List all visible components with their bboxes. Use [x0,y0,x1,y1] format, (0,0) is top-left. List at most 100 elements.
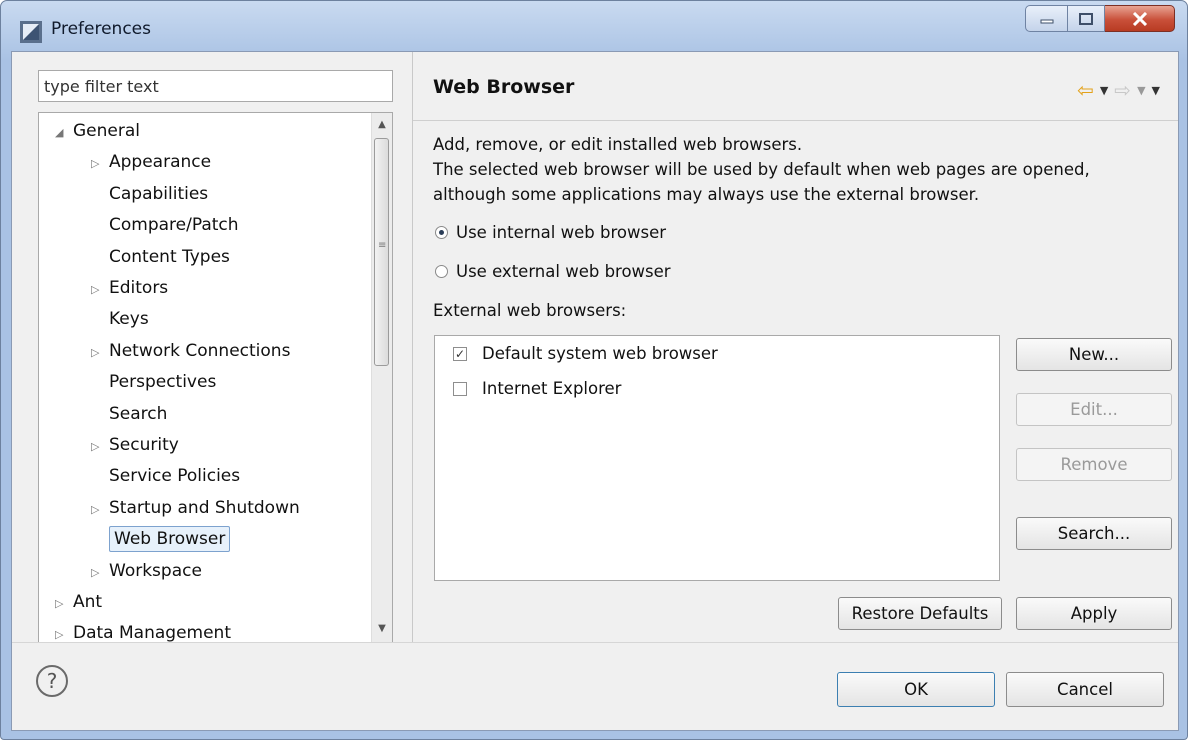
window-controls [1025,5,1175,35]
radio-selected-icon [435,226,448,239]
collapsed-arrow-icon[interactable]: ▷ [91,339,109,367]
checkbox-unchecked-icon[interactable] [453,381,467,396]
page-description: Add, remove, or edit installed web brows… [433,132,1173,207]
tree-item-label: Web Browser [109,526,231,553]
maximize-button[interactable] [1068,5,1105,32]
tree-item[interactable]: ▷ Startup and Shutdown [91,494,300,522]
ok-button[interactable]: OK [837,672,995,707]
tree-scrollbar[interactable]: ▲ ≡ ▼ [371,113,392,642]
radio-label: Use internal web browser [456,223,667,242]
collapsed-arrow-icon[interactable]: ▷ [91,496,109,524]
browser-label: Default system web browser [482,344,718,363]
minimize-icon [1040,19,1053,23]
tree-item-label: Compare/Patch [109,215,239,236]
close-icon [1132,11,1147,26]
tree-item[interactable]: ▷ Workspace [91,557,202,585]
footer-separator [12,642,1178,643]
description-line: The selected web browser will be used by… [433,160,1090,179]
grip-icon: ≡ [378,240,387,251]
forward-arrow-icon: ⇨ [1114,78,1132,102]
tree-item[interactable]: ▷ Data Management [55,619,231,642]
search-button[interactable]: Search... [1016,517,1172,550]
tree-item[interactable]: Content Types [91,243,230,271]
tree-item-label: Service Policies [109,466,241,487]
expanded-arrow-icon[interactable]: ◢ [55,119,73,147]
internal-browser-radio[interactable]: Use internal web browser [435,223,666,242]
navigation-panel: ▷Data Management▷Ant▷WorkspaceWeb Browse… [12,52,412,642]
external-browsers-label: External web browsers: [433,301,627,320]
collapsed-arrow-icon[interactable]: ▷ [55,590,73,618]
dialog-client: ▷Data Management▷Ant▷WorkspaceWeb Browse… [11,51,1179,731]
description-line: Add, remove, or edit installed web brows… [433,135,803,154]
tree-item-label: Search [109,403,168,424]
help-icon[interactable]: ? [36,665,68,697]
browser-list-item[interactable]: Internet Explorer [453,379,621,398]
tree-item[interactable]: ▷ Ant [55,588,102,616]
minimize-button[interactable] [1025,5,1068,32]
history-nav: ⇦ ▼ ⇨ ▼ ▼ [1077,78,1160,102]
page-title: Web Browser [433,76,575,98]
close-button[interactable] [1105,5,1175,32]
tree-item-label: Appearance [109,152,212,173]
cancel-button[interactable]: Cancel [1006,672,1164,707]
collapsed-arrow-icon[interactable]: ▷ [91,433,109,461]
tree-item-label: Ant [73,592,103,612]
browser-list: ✓ Default system web browser Internet Ex… [434,335,1000,581]
remove-button[interactable]: Remove [1016,448,1172,481]
maximize-icon [1079,12,1093,25]
tree-item[interactable]: Search [91,400,167,428]
radio-label: Use external web browser [456,262,671,281]
tree-item-label: Perspectives [109,372,217,393]
description-line: although some applications may always us… [433,185,980,204]
tree-item-label: Data Management [73,623,231,642]
view-menu-icon[interactable]: ▼ [1152,84,1160,97]
scroll-up-icon[interactable]: ▲ [372,115,392,135]
collapsed-arrow-icon[interactable]: ▷ [91,150,109,178]
tree-item[interactable]: ◢ General [55,117,140,145]
back-arrow-icon[interactable]: ⇦ [1077,78,1094,102]
tree-item-label: Network Connections [109,340,291,361]
browser-label: Internet Explorer [482,379,622,398]
tree-item[interactable]: ▷ Appearance [91,148,211,176]
tree-item-label: Security [109,435,179,455]
apply-button[interactable]: Apply [1016,597,1172,630]
filter-input[interactable] [38,70,393,102]
collapsed-arrow-icon[interactable]: ▷ [91,559,109,587]
tree-item-label: General [73,121,140,141]
tree-item[interactable]: Compare/Patch [91,211,239,239]
tree-item[interactable]: Service Policies [91,462,240,490]
new-button[interactable]: New... [1016,338,1172,371]
radio-unselected-icon [435,265,448,278]
scroll-down-icon[interactable]: ▼ [372,619,392,639]
tree-item-label: Content Types [109,246,230,267]
collapsed-arrow-icon[interactable]: ▷ [55,621,73,642]
tree-item-label: Startup and Shutdown [109,497,300,518]
tree-item-label: Keys [109,309,149,330]
collapsed-arrow-icon[interactable]: ▷ [91,276,109,304]
window-title: Preferences [51,19,151,39]
page-panel: Web Browser ⇦ ▼ ⇨ ▼ ▼ Add, remove, or ed… [413,52,1178,642]
edit-button[interactable]: Edit... [1016,393,1172,426]
back-dropdown-icon[interactable]: ▼ [1100,84,1108,97]
forward-dropdown-icon: ▼ [1137,83,1146,97]
tree-item[interactable]: ▷ Editors [91,274,168,302]
tree-item[interactable]: Keys [91,305,149,333]
checkbox-checked-icon[interactable]: ✓ [453,346,467,361]
external-browser-radio[interactable]: Use external web browser [435,262,671,281]
tree-item[interactable]: Perspectives [91,368,216,396]
preferences-window: Preferences ▷Data Management▷Ant▷Wor [0,0,1188,740]
tree-item-label: Capabilities [109,183,209,204]
tree-item-label: Workspace [109,560,202,581]
tree-item[interactable]: Capabilities [91,180,208,208]
browser-list-item[interactable]: ✓ Default system web browser [453,344,718,363]
tree-item[interactable]: ▷ Security [91,431,179,459]
tree-item[interactable]: Web Browser [91,525,231,553]
tree-item-label: Editors [109,278,169,298]
preferences-app-icon [20,21,42,43]
restore-defaults-button[interactable]: Restore Defaults [838,597,1002,630]
page-header: Web Browser ⇦ ▼ ⇨ ▼ ▼ [413,52,1178,121]
scroll-thumb[interactable]: ≡ [374,138,389,366]
tree-item[interactable]: ▷ Network Connections [91,337,290,365]
preferences-tree: ▷ Data Management ▷ Ant ▷ Workspace Web Browse… [38,112,393,642]
title-bar[interactable]: Preferences [1,1,1187,51]
